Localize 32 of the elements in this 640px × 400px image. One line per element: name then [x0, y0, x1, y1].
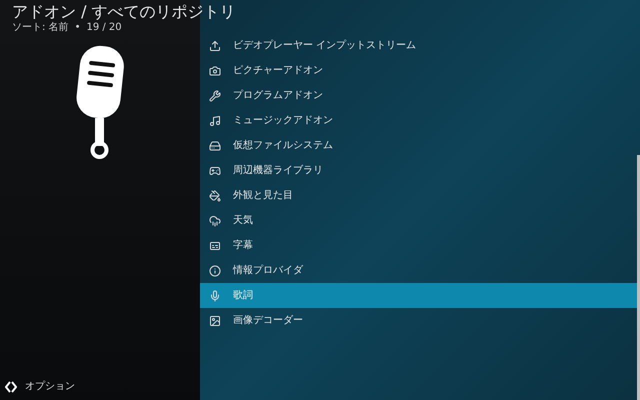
scrollbar-thumb[interactable]: [637, 155, 640, 400]
gamepad-icon: [209, 164, 221, 176]
addon-category-item[interactable]: 字幕: [200, 233, 637, 258]
addon-category-item[interactable]: 外観と見た目: [200, 183, 637, 208]
addon-category-item[interactable]: 歌詞: [200, 283, 637, 308]
addon-category-item[interactable]: ピクチャーアドオン: [200, 58, 637, 83]
addon-category-item[interactable]: ミュージックアドオン: [200, 108, 637, 133]
subtitles-icon: [209, 240, 221, 252]
item-count: 19 / 20: [86, 22, 122, 34]
addon-category-item[interactable]: 天気: [200, 208, 637, 233]
upload-icon: [209, 40, 221, 52]
microphone-icon: [75, 44, 125, 160]
addon-category-item[interactable]: 仮想ファイルシステム: [200, 133, 637, 158]
camera-icon: [209, 64, 221, 76]
info-icon: [209, 264, 221, 276]
drive-icon: [209, 140, 221, 152]
microphone-icon: [209, 290, 221, 302]
paint-bucket-icon: [209, 190, 221, 202]
addon-category-item[interactable]: 情報プロバイダ: [200, 258, 637, 283]
wrench-icon: [209, 90, 221, 102]
sort-label: ソート: 名前: [12, 22, 69, 34]
separator-dot: •: [74, 22, 80, 34]
addon-category-item[interactable]: プログラムアドオン: [200, 83, 637, 108]
addon-category-item[interactable]: ビデオプレーヤー インプットストリーム: [200, 33, 637, 58]
music-note-icon: [209, 114, 221, 126]
options-arrows-icon[interactable]: [5, 380, 17, 392]
options-label[interactable]: オプション: [25, 379, 75, 394]
addon-category-item[interactable]: 画像デコーダー: [200, 308, 637, 333]
rain-cloud-icon: [209, 214, 221, 226]
window-title: アドオン / すべてのリポジトリ: [12, 2, 236, 22]
addon-category-item[interactable]: 周辺機器ライブラリ: [200, 158, 637, 183]
image-icon: [209, 314, 221, 326]
